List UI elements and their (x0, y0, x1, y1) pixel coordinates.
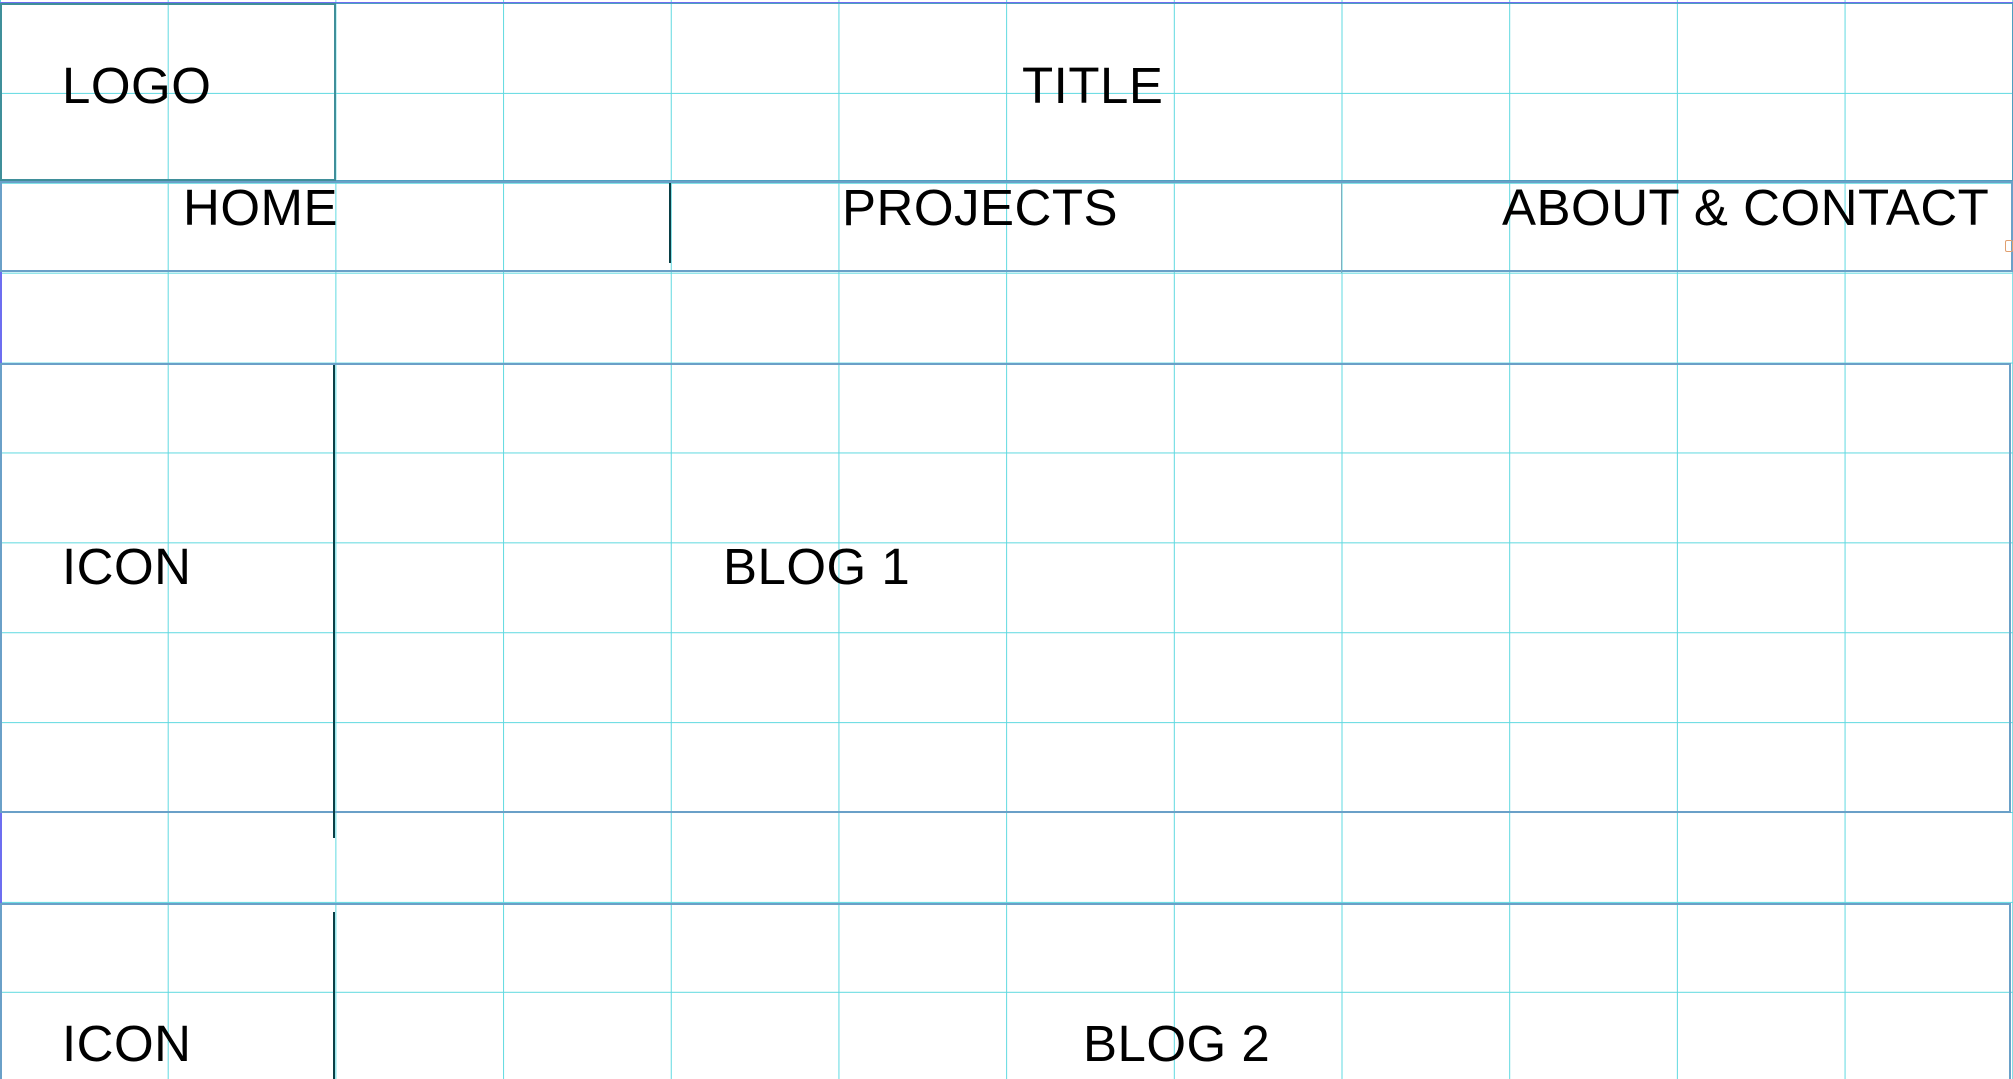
wireframe-page: LOGO TITLE HOME PROJECTS ABOUT & CONTACT… (0, 0, 2013, 1079)
blog-card-divider (333, 365, 335, 838)
resize-handle-icon[interactable] (2005, 240, 2013, 252)
blog-card[interactable] (0, 903, 2011, 1079)
nav-divider (669, 183, 671, 263)
page-title: TITLE (1022, 57, 1164, 114)
blog-title[interactable]: BLOG 2 (1083, 1018, 1270, 1069)
nav-item-home[interactable]: HOME (183, 182, 338, 233)
nav-item-about-contact[interactable]: ABOUT & CONTACT (1502, 182, 1989, 233)
nav-item-projects[interactable]: PROJECTS (842, 182, 1118, 233)
blog-card-divider (333, 912, 335, 1079)
blog-icon[interactable]: ICON (62, 541, 192, 592)
blog-icon[interactable]: ICON (62, 1018, 192, 1069)
logo[interactable]: LOGO (62, 60, 211, 111)
blog-card[interactable] (0, 363, 2011, 813)
blog-title[interactable]: BLOG 1 (723, 541, 910, 592)
nav-divider (1341, 183, 1342, 273)
